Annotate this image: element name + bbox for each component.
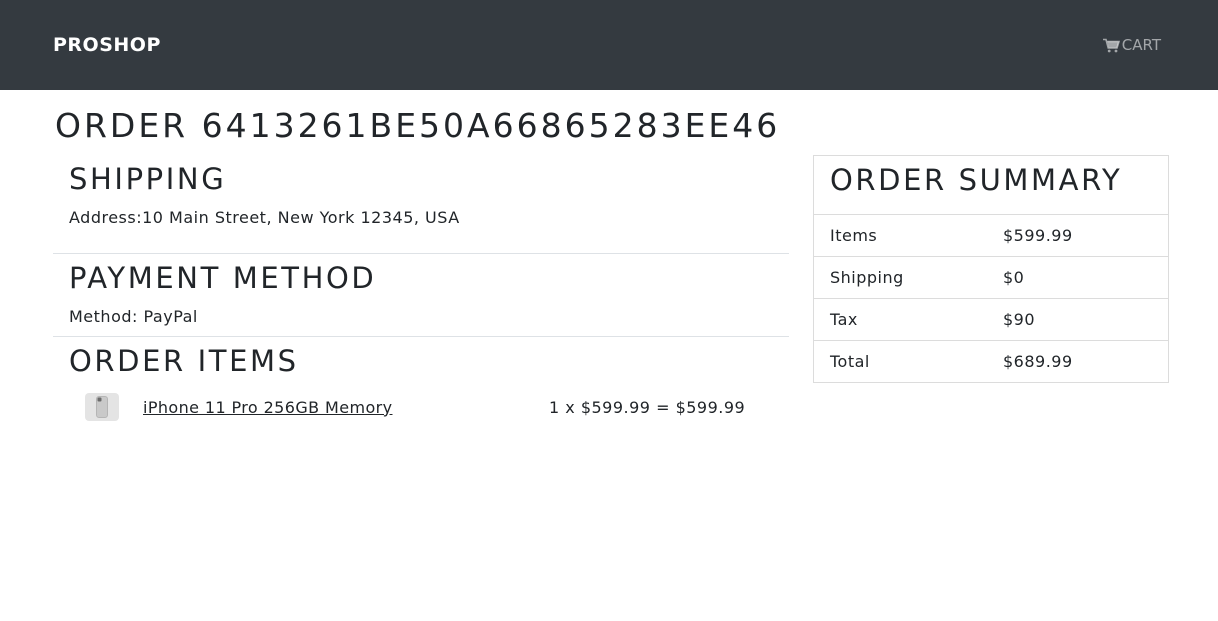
summary-row-tax: Tax $90 [814,299,1168,341]
page-title: ORDER 6413261BE50A66865283EE46 [55,106,781,145]
navbar: PROSHOP CART [0,0,1218,90]
summary-label: Items [830,226,878,245]
payment-section: PAYMENT METHOD Method: PayPal [53,254,789,337]
order-details: SHIPPING Address:10 Main Street, New Yor… [53,155,789,434]
summary-label: Tax [830,310,858,329]
order-summary-heading: ORDER SUMMARY [814,156,1168,215]
cart-link[interactable]: CART [1102,36,1161,54]
summary-value: $90 [1003,310,1036,329]
summary-row-items: Items $599.99 [814,215,1168,257]
list-item: iPhone 11 Pro 256GB Memory 1 x $599.99 =… [69,392,773,422]
shipping-address: Address:10 Main Street, New York 12345, … [69,208,460,227]
summary-label: Shipping [830,268,904,287]
summary-row-shipping: Shipping $0 [814,257,1168,299]
summary-value: $689.99 [1003,352,1073,371]
summary-row-total: Total $689.99 [814,341,1168,382]
cart-label: CART [1121,36,1161,54]
summary-value: $599.99 [1003,226,1073,245]
item-price: 1 x $599.99 = $599.99 [549,397,746,417]
payment-method: Method: PayPal [69,307,198,326]
cart-icon [1102,38,1120,53]
brand-link[interactable]: PROSHOP [53,34,161,56]
summary-label: Total [830,352,870,371]
product-link[interactable]: iPhone 11 Pro 256GB Memory [143,398,549,417]
order-items-heading: ORDER ITEMS [69,344,299,378]
order-items-section: ORDER ITEMS iPhone 11 Pro 256GB Memory 1… [53,337,789,434]
shipping-section: SHIPPING Address:10 Main Street, New Yor… [53,155,789,254]
order-summary-card: ORDER SUMMARY Items $599.99 Shipping $0 … [813,155,1169,383]
shipping-heading: SHIPPING [69,162,227,196]
summary-value: $0 [1003,268,1025,287]
payment-heading: PAYMENT METHOD [69,261,377,295]
product-image [85,393,119,421]
